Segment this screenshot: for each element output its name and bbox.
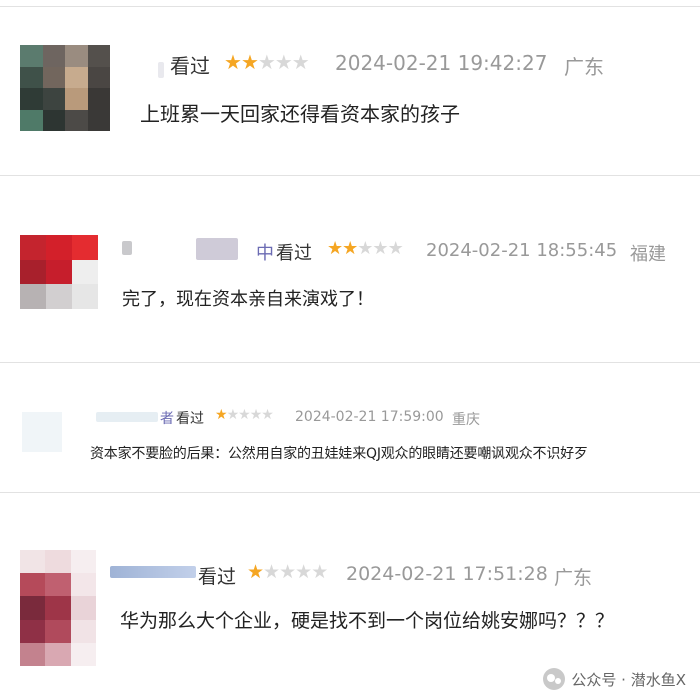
star-icon: ★ [263, 561, 280, 583]
star-icon: ★ [372, 238, 388, 259]
review-card: 者 看过 ★★★★★ 2024-02-21 17:59:00 重庆 资本家不要脸… [0, 362, 700, 492]
username-fragment[interactable]: 者 [160, 408, 174, 428]
location: 广东 [564, 55, 604, 79]
username-fragment[interactable]: 中 [256, 239, 274, 265]
review-card: 看过 ★★★★★ 2024-02-21 19:42:27 广东 上班累一天回家还… [0, 0, 700, 175]
blurred-username[interactable] [158, 62, 164, 78]
comment-text: 上班累一天回家还得看资本家的孩子 [140, 102, 460, 126]
timestamp: 2024-02-21 19:42:27 [335, 51, 548, 75]
rating-stars: ★★★★★ [247, 561, 328, 583]
star-icon: ★ [279, 561, 296, 583]
star-icon: ★ [327, 238, 343, 259]
watched-label: 看过 [170, 54, 210, 78]
blurred-username[interactable] [96, 412, 158, 422]
avatar[interactable] [20, 45, 110, 131]
watched-label: 看过 [198, 566, 237, 588]
star-icon: ★ [224, 50, 242, 74]
star-icon: ★ [387, 238, 404, 259]
blurred-username[interactable] [196, 238, 238, 260]
star-icon: ★ [295, 561, 312, 583]
avatar[interactable] [20, 550, 96, 666]
star-icon: ★ [357, 238, 373, 259]
comment-text: 资本家不要脸的后果：公然用自家的丑娃娃来QJ观众的眼睛还要嘲讽观众不识好歹 [90, 446, 588, 462]
star-icon: ★ [261, 407, 274, 423]
watermark: 公众号 · 潜水鱼X [543, 668, 686, 690]
watched-label: 看过 [176, 411, 204, 427]
location: 广东 [554, 567, 593, 589]
rating-stars: ★★★★★ [215, 407, 274, 423]
star-icon: ★ [247, 561, 264, 583]
watched-label: 看过 [276, 243, 312, 264]
location: 重庆 [452, 412, 480, 428]
blurred-username[interactable] [122, 241, 132, 255]
rating-stars: ★★★★★ [327, 238, 404, 259]
timestamp: 2024-02-21 17:51:28 [346, 563, 548, 585]
star-icon: ★ [226, 407, 240, 423]
star-icon: ★ [240, 50, 259, 74]
star-icon: ★ [291, 50, 310, 74]
timestamp: 2024-02-21 17:59:00 [295, 409, 444, 425]
avatar[interactable] [20, 235, 98, 309]
comment-text: 完了，现在资本亲自来演戏了！ [122, 289, 374, 310]
wechat-icon [543, 668, 566, 690]
star-icon: ★ [238, 407, 251, 423]
star-icon: ★ [249, 407, 263, 423]
star-icon: ★ [311, 561, 328, 583]
star-icon: ★ [342, 238, 358, 259]
avatar[interactable] [22, 412, 62, 452]
timestamp: 2024-02-21 18:55:45 [426, 240, 618, 261]
watermark-text: 公众号 · 潜水鱼X [571, 670, 686, 689]
comment-text: 华为那么大个企业，硬是找不到一个岗位给姚安娜吗？？？ [120, 610, 615, 632]
star-icon: ★ [215, 407, 228, 423]
location: 福建 [630, 244, 666, 265]
rating-stars: ★★★★★ [224, 50, 310, 74]
review-card: 中 看过 ★★★★★ 2024-02-21 18:55:45 福建 完了，现在资… [0, 175, 700, 362]
star-icon: ★ [257, 50, 276, 74]
blurred-username[interactable] [110, 566, 196, 578]
star-icon: ★ [274, 50, 293, 74]
